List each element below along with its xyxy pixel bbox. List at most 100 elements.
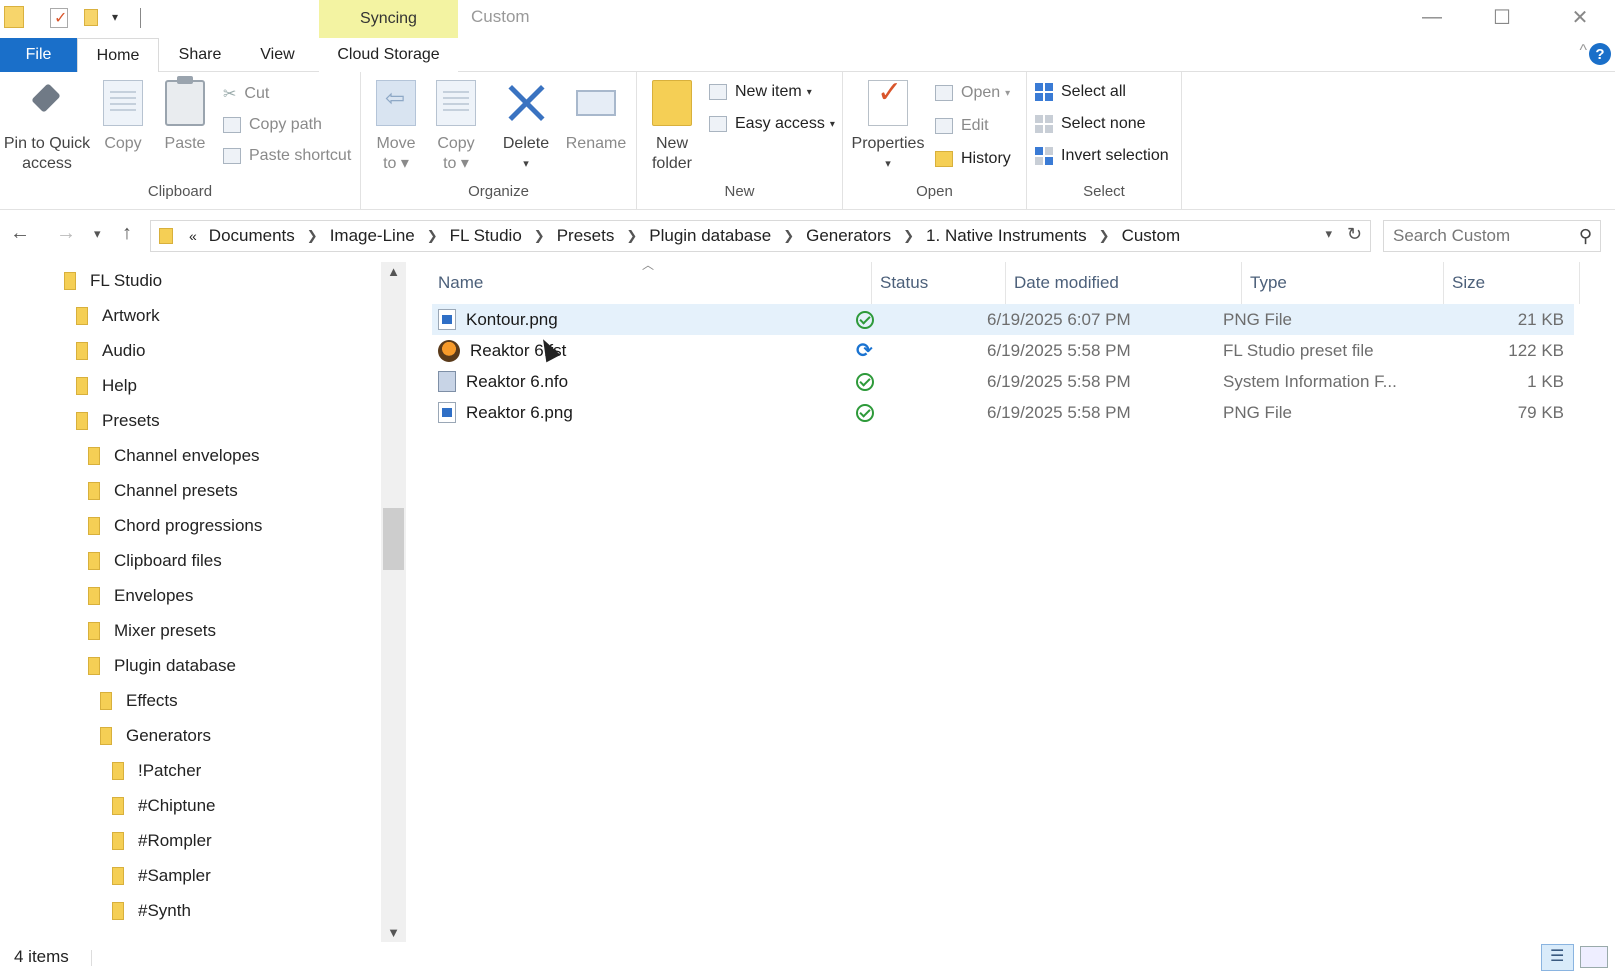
new-folder-button[interactable]: New folder	[647, 80, 697, 174]
forward-arrow-icon[interactable]: →	[56, 222, 76, 245]
paste-button[interactable]: Paste	[160, 76, 210, 154]
scroll-down-icon[interactable]: ▼	[381, 925, 406, 940]
scroll-up-icon[interactable]: ▲	[381, 264, 406, 279]
table-row[interactable]: Reaktor 6.png 6/19/2025 5:58 PM PNG File 79…	[432, 397, 1574, 428]
chevron-right-icon[interactable]: ❯	[783, 228, 794, 244]
file-name-cell[interactable]: Reaktor 6.nfo	[438, 366, 568, 397]
tree-item[interactable]: Audio	[76, 333, 145, 368]
status-cell	[856, 397, 874, 428]
chevron-right-icon[interactable]: ❯	[1099, 228, 1110, 244]
chevron-right-icon[interactable]: ❯	[903, 228, 914, 244]
properties-button[interactable]: Properties ▾	[851, 80, 925, 174]
new-folder-quick-icon[interactable]	[84, 9, 98, 26]
folder-icon	[88, 516, 100, 535]
customize-quick-access-dropdown[interactable]: ▾	[112, 10, 118, 24]
tree-item[interactable]: !Patcher	[112, 753, 201, 788]
tree-item-label: Channel presets	[114, 480, 238, 500]
edit-button[interactable]: Edit	[935, 114, 989, 138]
tree-item[interactable]: Channel envelopes	[88, 438, 260, 473]
details-view-icon[interactable]	[1541, 944, 1574, 971]
select-all-button[interactable]: Select all	[1035, 80, 1126, 104]
tree-item[interactable]: Presets	[76, 403, 160, 438]
move-to-button[interactable]: Move to ▾	[373, 80, 419, 174]
breadcrumb-native-instruments[interactable]: 1. Native Instruments	[926, 226, 1087, 246]
tree-item[interactable]: Mixer presets	[88, 613, 216, 648]
up-arrow-icon[interactable]: ↑	[122, 222, 132, 245]
refresh-icon[interactable]: ↻	[1347, 224, 1362, 245]
easy-access-button[interactable]: Easy access ▾	[709, 112, 835, 136]
properties-quick-icon[interactable]	[50, 8, 68, 28]
tree-item[interactable]: Envelopes	[88, 578, 193, 613]
breadcrumb-custom[interactable]: Custom	[1122, 226, 1181, 246]
new-folder-icon	[652, 80, 692, 126]
tree-item[interactable]: #Sampler	[112, 858, 211, 893]
breadcrumb-fl-studio[interactable]: FL Studio	[450, 226, 522, 246]
breadcrumb-presets[interactable]: Presets	[557, 226, 615, 246]
copy-button[interactable]: Copy	[98, 80, 148, 154]
breadcrumb-overflow[interactable]: «	[189, 228, 197, 244]
close-button[interactable]: ✕	[1545, 0, 1615, 34]
search-input[interactable]: Search Custom ⚲	[1383, 220, 1601, 252]
column-header-status[interactable]: Status	[872, 262, 1006, 304]
chevron-right-icon[interactable]: ❯	[626, 228, 637, 244]
tab-view[interactable]: View	[245, 38, 310, 72]
ribbon: Pin to Quick access Copy Paste ✂ Cut Cop…	[0, 72, 1615, 210]
address-history-chevron-icon[interactable]: ▾	[1325, 226, 1332, 242]
copy-path-button[interactable]: Copy path	[223, 113, 322, 137]
back-arrow-icon[interactable]: ←	[10, 222, 30, 245]
column-header-type[interactable]: Type	[1242, 262, 1444, 304]
history-button[interactable]: History	[935, 147, 1011, 171]
tab-home[interactable]: Home	[77, 38, 159, 73]
delete-button[interactable]: Delete ▾	[501, 80, 551, 174]
copy-to-button[interactable]: Copy to ▾	[433, 80, 479, 174]
tree-item[interactable]: Plugin database	[88, 648, 236, 683]
search-icon[interactable]: ⚲	[1579, 226, 1592, 247]
chevron-right-icon[interactable]: ❯	[307, 228, 318, 244]
large-icons-view-icon[interactable]	[1580, 946, 1608, 968]
synced-check-icon	[856, 403, 874, 422]
recent-locations-chevron-icon[interactable]: ▾	[94, 226, 101, 242]
pin-to-quick-access-button[interactable]: Pin to Quick access	[2, 80, 92, 174]
nav-scrollbar[interactable]: ▲ ▼	[381, 262, 406, 942]
breadcrumb-plugin-database[interactable]: Plugin database	[649, 226, 771, 246]
collapse-ribbon-icon[interactable]: ^	[1579, 42, 1587, 60]
table-row[interactable]: Reaktor 6.fst ⟳ 6/19/2025 5:58 PM FL Studio…	[432, 335, 1574, 366]
breadcrumb-generators[interactable]: Generators	[806, 226, 891, 246]
tree-item[interactable]: #Rompler	[112, 823, 212, 858]
rename-button[interactable]: Rename	[564, 80, 628, 154]
tree-item[interactable]: Clipboard files	[88, 543, 222, 578]
tree-item[interactable]: Help	[76, 368, 137, 403]
minimize-button[interactable]: —	[1397, 0, 1467, 34]
tab-share[interactable]: Share	[165, 38, 235, 72]
tree-item[interactable]: #Synth	[112, 893, 191, 928]
scrollbar-thumb[interactable]	[383, 508, 404, 570]
tab-file[interactable]: File	[0, 38, 77, 72]
tree-item[interactable]: Channel presets	[88, 473, 238, 508]
breadcrumb-image-line[interactable]: Image-Line	[330, 226, 415, 246]
file-name-cell[interactable]: Reaktor 6.png	[438, 397, 573, 428]
invert-selection-button[interactable]: Invert selection	[1035, 144, 1169, 168]
help-icon[interactable]: ?	[1589, 43, 1611, 65]
cut-button[interactable]: ✂ Cut	[223, 82, 269, 106]
tree-item[interactable]: Effects	[100, 683, 178, 718]
table-row[interactable]: Kontour.png 6/19/2025 6:07 PM PNG File 21 K…	[432, 304, 1574, 335]
address-bar[interactable]: « Documents ❯ Image-Line ❯ FL Studio ❯ P…	[150, 220, 1371, 252]
table-row[interactable]: Reaktor 6.nfo 6/19/2025 5:58 PM System Inf…	[432, 366, 1574, 397]
tree-item[interactable]: Artwork	[76, 298, 160, 333]
tab-cloud-storage[interactable]: Cloud Storage	[319, 38, 458, 72]
breadcrumb-documents[interactable]: Documents	[209, 226, 295, 246]
select-none-button[interactable]: Select none	[1035, 112, 1146, 136]
paste-shortcut-button[interactable]: Paste shortcut	[223, 144, 351, 168]
column-header-date[interactable]: Date modified	[1006, 262, 1242, 304]
chevron-right-icon[interactable]: ❯	[534, 228, 545, 244]
open-button[interactable]: Open ▾	[935, 81, 1010, 105]
column-header-size[interactable]: Size	[1444, 262, 1580, 304]
chevron-right-icon[interactable]: ❯	[427, 228, 438, 244]
tree-item[interactable]: FL Studio	[64, 263, 162, 298]
new-item-button[interactable]: New item ▾	[709, 80, 812, 104]
tree-item[interactable]: Generators	[100, 718, 211, 753]
maximize-button[interactable]: ☐	[1467, 0, 1537, 34]
tree-item[interactable]: #Chiptune	[112, 788, 216, 823]
file-name-cell[interactable]: Kontour.png	[438, 304, 558, 335]
tree-item[interactable]: Chord progressions	[88, 508, 262, 543]
